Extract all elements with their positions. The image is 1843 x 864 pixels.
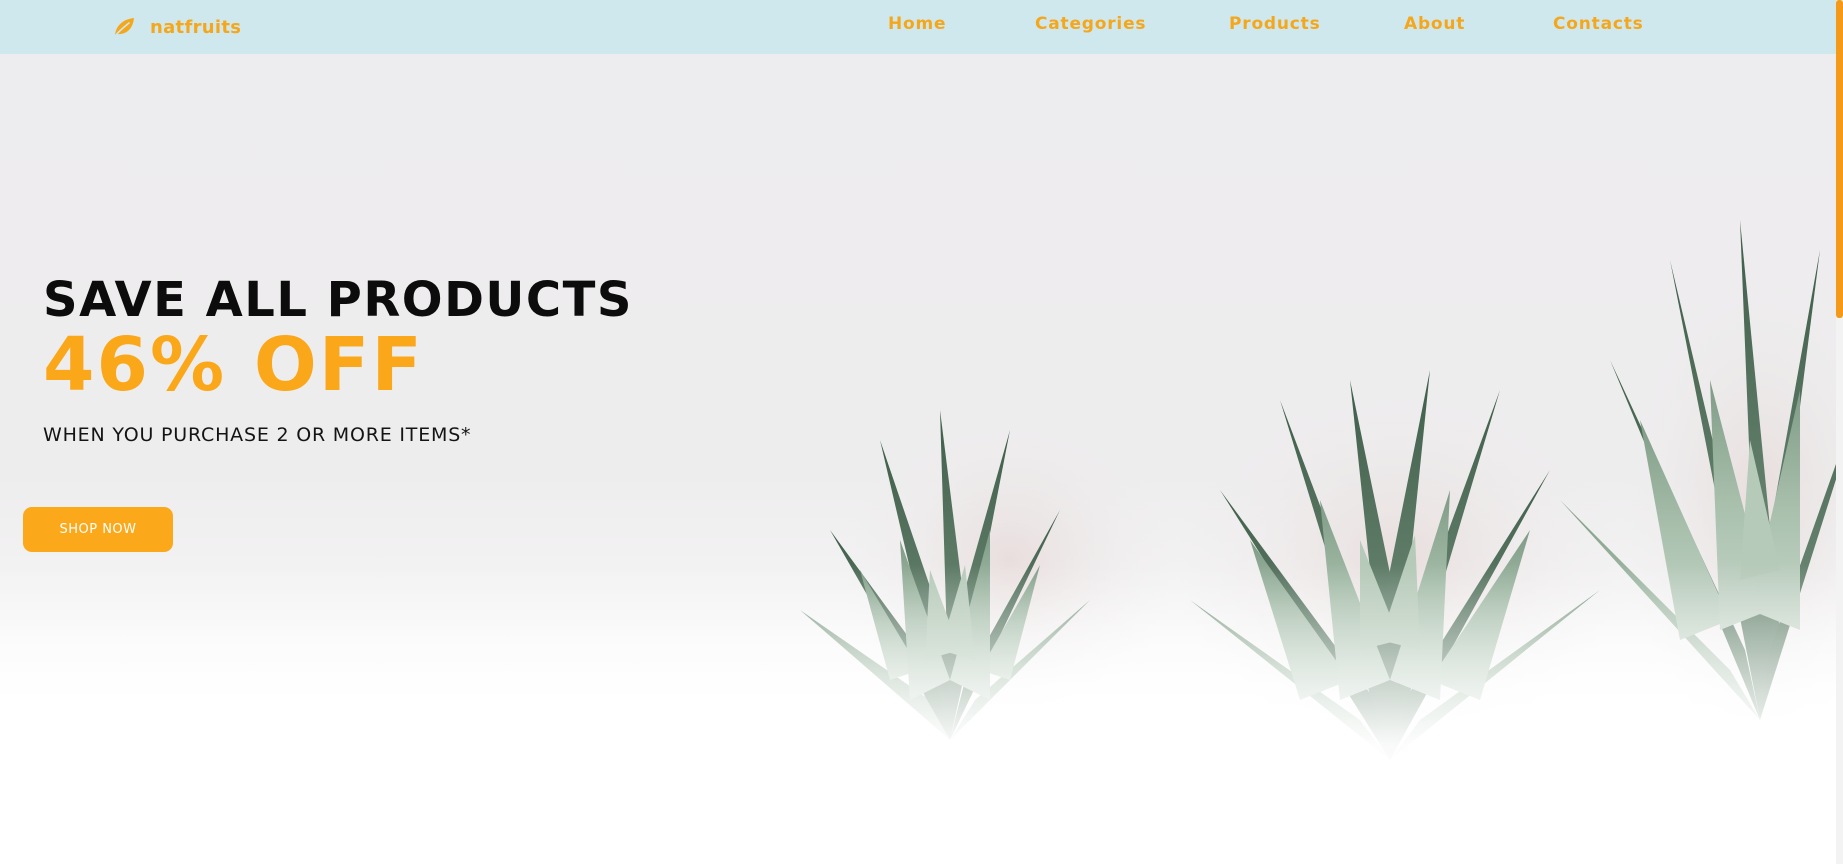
nav-link-contacts[interactable]: Contacts xyxy=(1553,14,1644,38)
page-scrollbar-thumb[interactable] xyxy=(1836,0,1843,318)
top-navigation-bar: natfruits Home Categories Products About… xyxy=(0,0,1836,54)
nav-link-about[interactable]: About xyxy=(1404,14,1465,38)
hero-discount: 46% OFF xyxy=(43,322,424,408)
shop-now-button[interactable]: SHOP NOW xyxy=(23,507,173,552)
page-scrollbar-track[interactable] xyxy=(1836,0,1843,864)
nav-link-products[interactable]: Products xyxy=(1229,14,1321,38)
nav-link-home[interactable]: Home xyxy=(888,14,946,38)
brand-name: natfruits xyxy=(150,16,242,38)
hero-subline: WHEN YOU PURCHASE 2 OR MORE ITEMS* xyxy=(43,424,472,446)
brand-logo-link[interactable]: natfruits xyxy=(112,13,241,41)
nav-link-categories[interactable]: Categories xyxy=(1035,14,1146,38)
leaf-icon xyxy=(114,18,134,37)
hero-headline: SAVE ALL PRODUCTS xyxy=(43,272,633,328)
